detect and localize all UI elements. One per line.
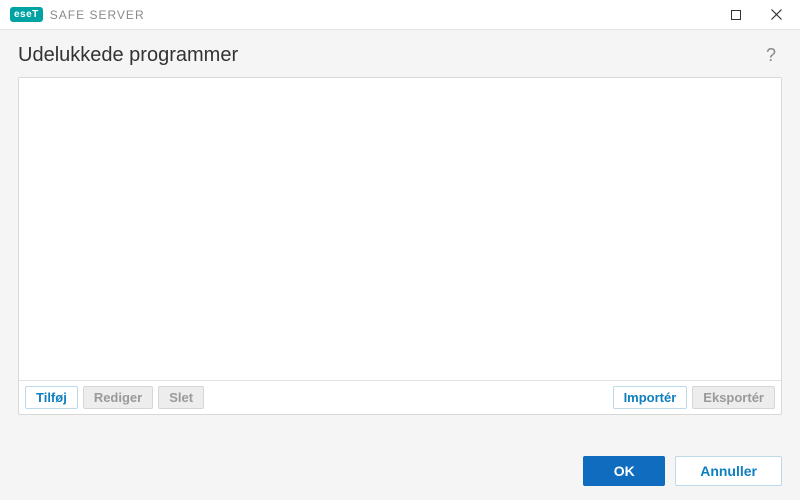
- header-row: Udelukkede programmer ?: [18, 44, 782, 67]
- window-controls: [716, 1, 796, 29]
- help-icon[interactable]: ?: [760, 45, 782, 66]
- brand-text: SAFE SERVER: [50, 8, 145, 22]
- panel-toolbar: Tilføj Rediger Slet Importér Eksportér: [19, 380, 781, 414]
- content-area: Udelukkede programmer ? Tilføj Rediger S…: [0, 30, 800, 415]
- add-button[interactable]: Tilføj: [25, 386, 78, 409]
- export-button: Eksportér: [692, 386, 775, 409]
- edit-button: Rediger: [83, 386, 153, 409]
- dialog-footer: OK Annuller: [0, 444, 800, 500]
- page-title: Udelukkede programmer: [18, 44, 238, 67]
- import-button[interactable]: Importér: [613, 386, 688, 409]
- cancel-button[interactable]: Annuller: [675, 456, 782, 486]
- maximize-icon: [731, 10, 741, 20]
- titlebar: eseT SAFE SERVER: [0, 0, 800, 30]
- delete-button: Slet: [158, 386, 204, 409]
- exclusion-panel: Tilføj Rediger Slet Importér Eksportér: [18, 77, 782, 415]
- close-button[interactable]: [756, 1, 796, 29]
- maximize-button[interactable]: [716, 1, 756, 29]
- brand-logo: eseT SAFE SERVER: [10, 7, 145, 22]
- brand-badge: eseT: [10, 7, 43, 22]
- ok-button[interactable]: OK: [583, 456, 665, 486]
- exclusion-list[interactable]: [19, 78, 781, 380]
- close-icon: [771, 9, 782, 20]
